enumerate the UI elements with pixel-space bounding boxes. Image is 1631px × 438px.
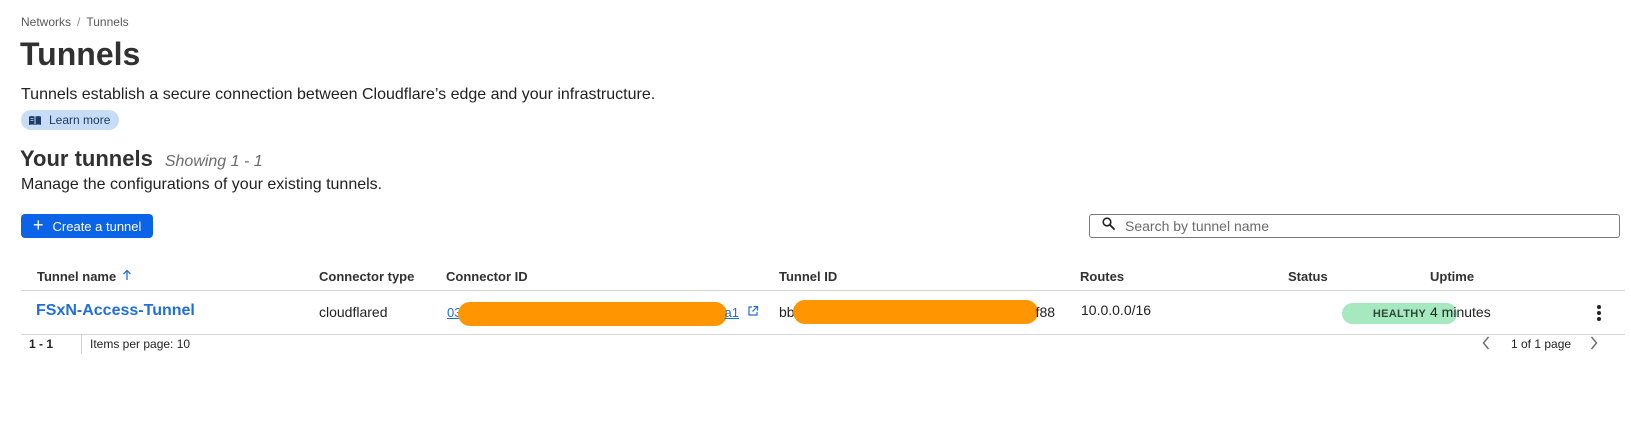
tunnel-id-suffix: f88	[1035, 304, 1056, 320]
tunnel-id: bb f88	[779, 300, 1056, 324]
sort-ascending-icon	[122, 269, 132, 284]
search-box[interactable]	[1089, 214, 1620, 238]
chevron-right-icon[interactable]	[1589, 334, 1599, 355]
column-header-connector-type: Connector type	[319, 269, 415, 284]
page-title: Tunnels	[20, 36, 141, 72]
chevron-left-icon[interactable]	[1481, 334, 1491, 355]
pagination-range: 1 - 1	[29, 337, 54, 351]
section-description: Manage the configurations of your existi…	[21, 176, 383, 193]
column-header-routes: Routes	[1080, 269, 1125, 284]
row-actions-menu-icon[interactable]	[1593, 303, 1605, 323]
learn-more-button[interactable]: Learn more	[21, 110, 120, 130]
column-label: Tunnel name	[37, 269, 117, 284]
section-title: Your tunnels	[20, 146, 153, 171]
results-count: Showing 1 - 1	[164, 153, 263, 170]
table-row: FSxN-Access-Tunnel cloudflared 03 a1 bb f8…	[21, 291, 1625, 335]
tunnels-table: Tunnel name Connector type Connector ID …	[21, 264, 1625, 335]
column-header-connector-id: Connector ID	[446, 269, 528, 284]
routes: 10.0.0.0/16	[1081, 302, 1152, 318]
plus-icon: +	[33, 215, 44, 235]
breadcrumb-current: Tunnels	[86, 15, 129, 29]
section-header: Your tunnels Showing 1 - 1	[20, 146, 263, 172]
create-tunnel-button[interactable]: + Create a tunnel	[21, 214, 154, 238]
search-icon	[1102, 217, 1115, 235]
items-per-page-select[interactable]: Items per page: 10	[90, 337, 190, 351]
learn-more-label: Learn more	[49, 113, 111, 127]
breadcrumb-networks-link[interactable]: Networks	[21, 15, 71, 29]
page-indicator: 1 of 1 page	[1511, 337, 1572, 351]
column-header-status: Status	[1288, 269, 1328, 284]
pagination-divider	[81, 334, 82, 354]
create-tunnel-label: Create a tunnel	[52, 218, 142, 234]
external-link-icon	[747, 305, 759, 320]
breadcrumb: Networks / Tunnels	[21, 15, 129, 29]
column-header-tunnel-name[interactable]: Tunnel name	[37, 269, 132, 284]
book-icon	[28, 115, 42, 126]
column-header-uptime: Uptime	[1430, 269, 1475, 284]
redaction-mark	[458, 301, 728, 326]
pagination: 1 - 1 Items per page: 10 1 of 1 page	[21, 334, 1625, 356]
uptime: 4 minutes	[1430, 304, 1491, 320]
table-header: Tunnel name Connector type Connector ID …	[21, 264, 1625, 291]
redaction-mark	[792, 300, 1038, 324]
search-input[interactable]	[1125, 218, 1595, 234]
connector-id-link[interactable]: 03 a1	[447, 301, 759, 326]
tunnel-name-link[interactable]: FSxN-Access-Tunnel	[36, 302, 195, 320]
connector-id-suffix: a1	[724, 305, 739, 320]
column-header-tunnel-id: Tunnel ID	[779, 269, 838, 284]
breadcrumb-separator: /	[77, 15, 81, 29]
page-description: Tunnels establish a secure connection be…	[21, 86, 656, 103]
connector-type: cloudflared	[319, 304, 388, 320]
